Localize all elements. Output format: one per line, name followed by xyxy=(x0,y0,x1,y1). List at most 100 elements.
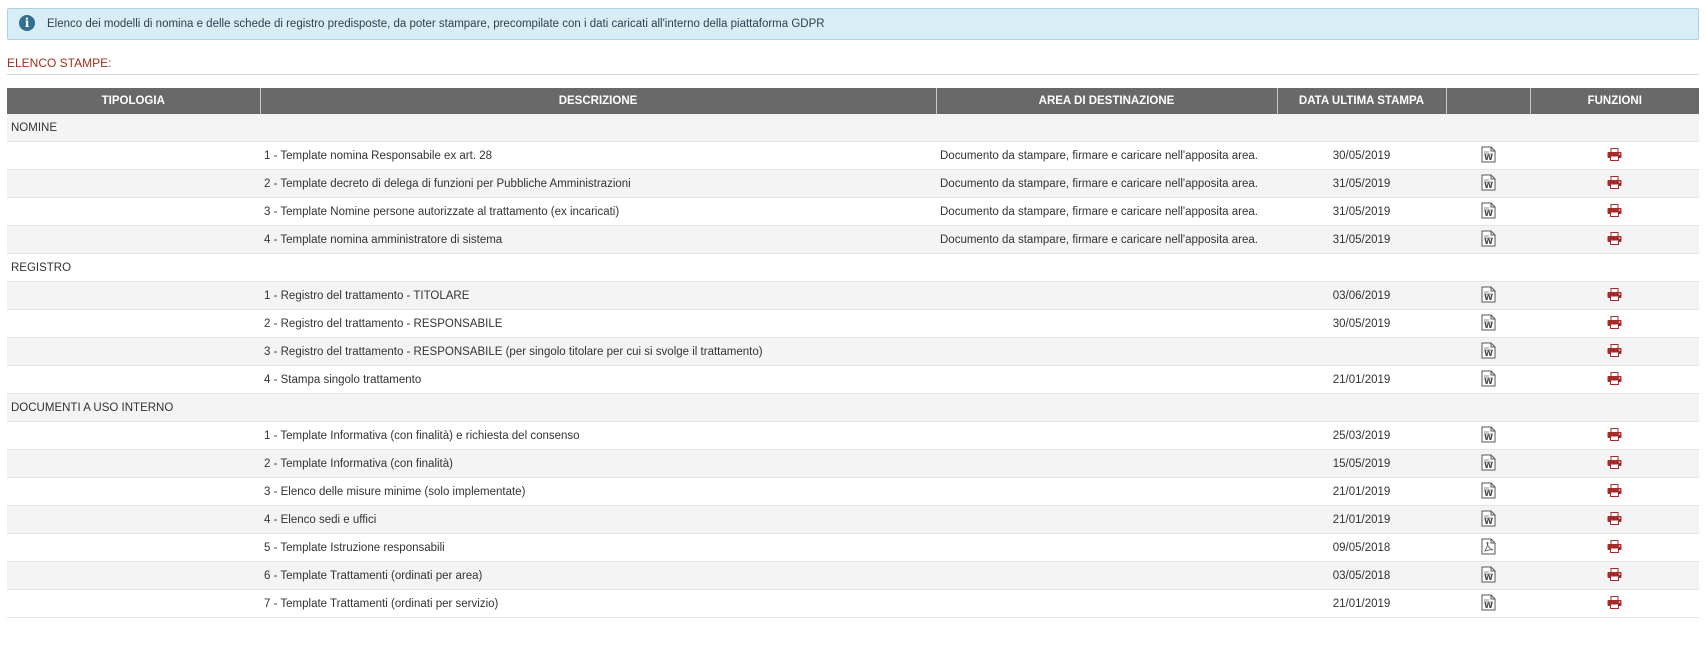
printer-icon[interactable] xyxy=(1607,483,1622,500)
printer-icon[interactable] xyxy=(1607,231,1622,248)
pdf-doc-icon[interactable] xyxy=(1481,538,1496,558)
cell-tipologia xyxy=(7,449,260,478)
cell-area xyxy=(936,561,1277,590)
cell-funzioni xyxy=(1530,197,1699,226)
table-row: 2 - Template decreto di delega di funzio… xyxy=(7,169,1699,198)
cell-descrizione: 3 - Elenco delle misure minime (solo imp… xyxy=(260,477,936,506)
cell-file: W xyxy=(1446,225,1530,254)
printer-icon[interactable] xyxy=(1607,539,1622,556)
cell-file: W xyxy=(1446,141,1530,170)
cell-data-ultima-stampa: 03/06/2019 xyxy=(1277,281,1446,310)
col-header-data[interactable]: DATA ULTIMA STAMPA xyxy=(1276,88,1446,114)
word-doc-icon[interactable]: W xyxy=(1481,510,1496,530)
cell-funzioni xyxy=(1530,141,1699,170)
cell-area xyxy=(936,421,1277,450)
printer-icon[interactable] xyxy=(1607,567,1622,584)
cell-tipologia xyxy=(7,477,260,506)
word-doc-icon[interactable]: W xyxy=(1481,146,1496,166)
word-doc-icon[interactable]: W xyxy=(1481,566,1496,586)
cell-tipologia xyxy=(7,561,260,590)
printer-icon[interactable] xyxy=(1607,175,1622,192)
col-header-descrizione[interactable]: DESCRIZIONE xyxy=(259,88,936,114)
cell-descrizione: 1 - Template nomina Responsabile ex art.… xyxy=(260,141,936,170)
cell-funzioni xyxy=(1530,589,1699,618)
cell-data-ultima-stampa xyxy=(1277,337,1446,366)
cell-area xyxy=(936,337,1277,366)
table-header-row: TIPOLOGIA DESCRIZIONE AREA DI DESTINAZIO… xyxy=(7,88,1699,114)
printer-icon[interactable] xyxy=(1607,315,1622,332)
word-doc-icon[interactable]: W xyxy=(1481,286,1496,306)
printer-icon[interactable] xyxy=(1607,371,1622,388)
col-header-file xyxy=(1445,88,1530,114)
cell-file: W xyxy=(1446,505,1530,534)
cell-file: W xyxy=(1446,589,1530,618)
cell-file: W xyxy=(1446,561,1530,590)
col-header-area[interactable]: AREA DI DESTINAZIONE xyxy=(935,88,1277,114)
printer-icon[interactable] xyxy=(1607,147,1622,164)
col-header-tipologia[interactable]: TIPOLOGIA xyxy=(7,88,260,114)
cell-data-ultima-stampa: 30/05/2019 xyxy=(1277,141,1446,170)
cell-area: Documento da stampare, firmare e caricar… xyxy=(936,197,1277,226)
cell-file: W xyxy=(1446,421,1530,450)
cell-data-ultima-stampa: 31/05/2019 xyxy=(1277,225,1446,254)
cell-area xyxy=(936,505,1277,534)
word-doc-icon[interactable]: W xyxy=(1481,594,1496,614)
cell-tipologia xyxy=(7,589,260,618)
cell-tipologia xyxy=(7,533,260,562)
cell-descrizione: 4 - Stampa singolo trattamento xyxy=(260,365,936,394)
cell-data-ultima-stampa: 09/05/2018 xyxy=(1277,533,1446,562)
word-doc-icon[interactable]: W xyxy=(1481,342,1496,362)
cell-tipologia xyxy=(7,281,260,310)
cell-data-ultima-stampa: 15/05/2019 xyxy=(1277,449,1446,478)
table-row: 1 - Template nomina Responsabile ex art.… xyxy=(7,141,1699,170)
word-doc-icon[interactable]: W xyxy=(1481,314,1496,334)
cell-descrizione: 2 - Template Informativa (con finalità) xyxy=(260,449,936,478)
cell-data-ultima-stampa: 25/03/2019 xyxy=(1277,421,1446,450)
info-alert: i Elenco dei modelli di nomina e delle s… xyxy=(7,8,1699,40)
cell-funzioni xyxy=(1530,449,1699,478)
cell-descrizione: 4 - Elenco sedi e uffici xyxy=(260,505,936,534)
printer-icon[interactable] xyxy=(1607,427,1622,444)
cell-area: Documento da stampare, firmare e caricar… xyxy=(936,141,1277,170)
cell-funzioni xyxy=(1530,505,1699,534)
word-doc-icon[interactable]: W xyxy=(1481,230,1496,250)
word-doc-icon[interactable]: W xyxy=(1481,174,1496,194)
word-doc-icon[interactable]: W xyxy=(1481,370,1496,390)
cell-tipologia xyxy=(7,309,260,338)
table-row: 4 - Elenco sedi e uffici 21/01/2019 W xyxy=(7,505,1699,534)
cell-tipologia xyxy=(7,365,260,394)
cell-data-ultima-stampa: 21/01/2019 xyxy=(1277,589,1446,618)
printer-icon[interactable] xyxy=(1607,511,1622,528)
printer-icon[interactable] xyxy=(1607,287,1622,304)
cell-data-ultima-stampa: 30/05/2019 xyxy=(1277,309,1446,338)
cell-area xyxy=(936,365,1277,394)
cell-data-ultima-stampa: 21/01/2019 xyxy=(1277,477,1446,506)
printer-icon[interactable] xyxy=(1607,203,1622,220)
cell-descrizione: 6 - Template Trattamenti (ordinati per a… xyxy=(260,561,936,590)
cell-file: W xyxy=(1446,197,1530,226)
stampe-table: TIPOLOGIA DESCRIZIONE AREA DI DESTINAZIO… xyxy=(7,88,1699,618)
cell-descrizione: 7 - Template Trattamenti (ordinati per s… xyxy=(260,589,936,618)
col-header-funzioni: FUNZIONI xyxy=(1529,88,1699,114)
word-doc-icon[interactable]: W xyxy=(1481,426,1496,446)
cell-data-ultima-stampa: 21/01/2019 xyxy=(1277,365,1446,394)
printer-icon[interactable] xyxy=(1607,343,1622,360)
cell-tipologia xyxy=(7,505,260,534)
word-doc-icon[interactable]: W xyxy=(1481,482,1496,502)
cell-file: W xyxy=(1446,449,1530,478)
printer-icon[interactable] xyxy=(1607,595,1622,612)
cell-tipologia xyxy=(7,141,260,170)
cell-area xyxy=(936,477,1277,506)
printer-icon[interactable] xyxy=(1607,455,1622,472)
cell-descrizione: 2 - Template decreto di delega di funzio… xyxy=(260,169,936,198)
table-row: 4 - Template nomina amministratore di si… xyxy=(7,225,1699,254)
cell-funzioni xyxy=(1530,281,1699,310)
word-doc-icon[interactable]: W xyxy=(1481,454,1496,474)
table-row: 4 - Stampa singolo trattamento 21/01/2019… xyxy=(7,365,1699,394)
cell-funzioni xyxy=(1530,561,1699,590)
cell-descrizione: 3 - Template Nomine persone autorizzate … xyxy=(260,197,936,226)
cell-funzioni xyxy=(1530,225,1699,254)
word-doc-icon[interactable]: W xyxy=(1481,202,1496,222)
cell-area xyxy=(936,449,1277,478)
cell-area xyxy=(936,589,1277,618)
